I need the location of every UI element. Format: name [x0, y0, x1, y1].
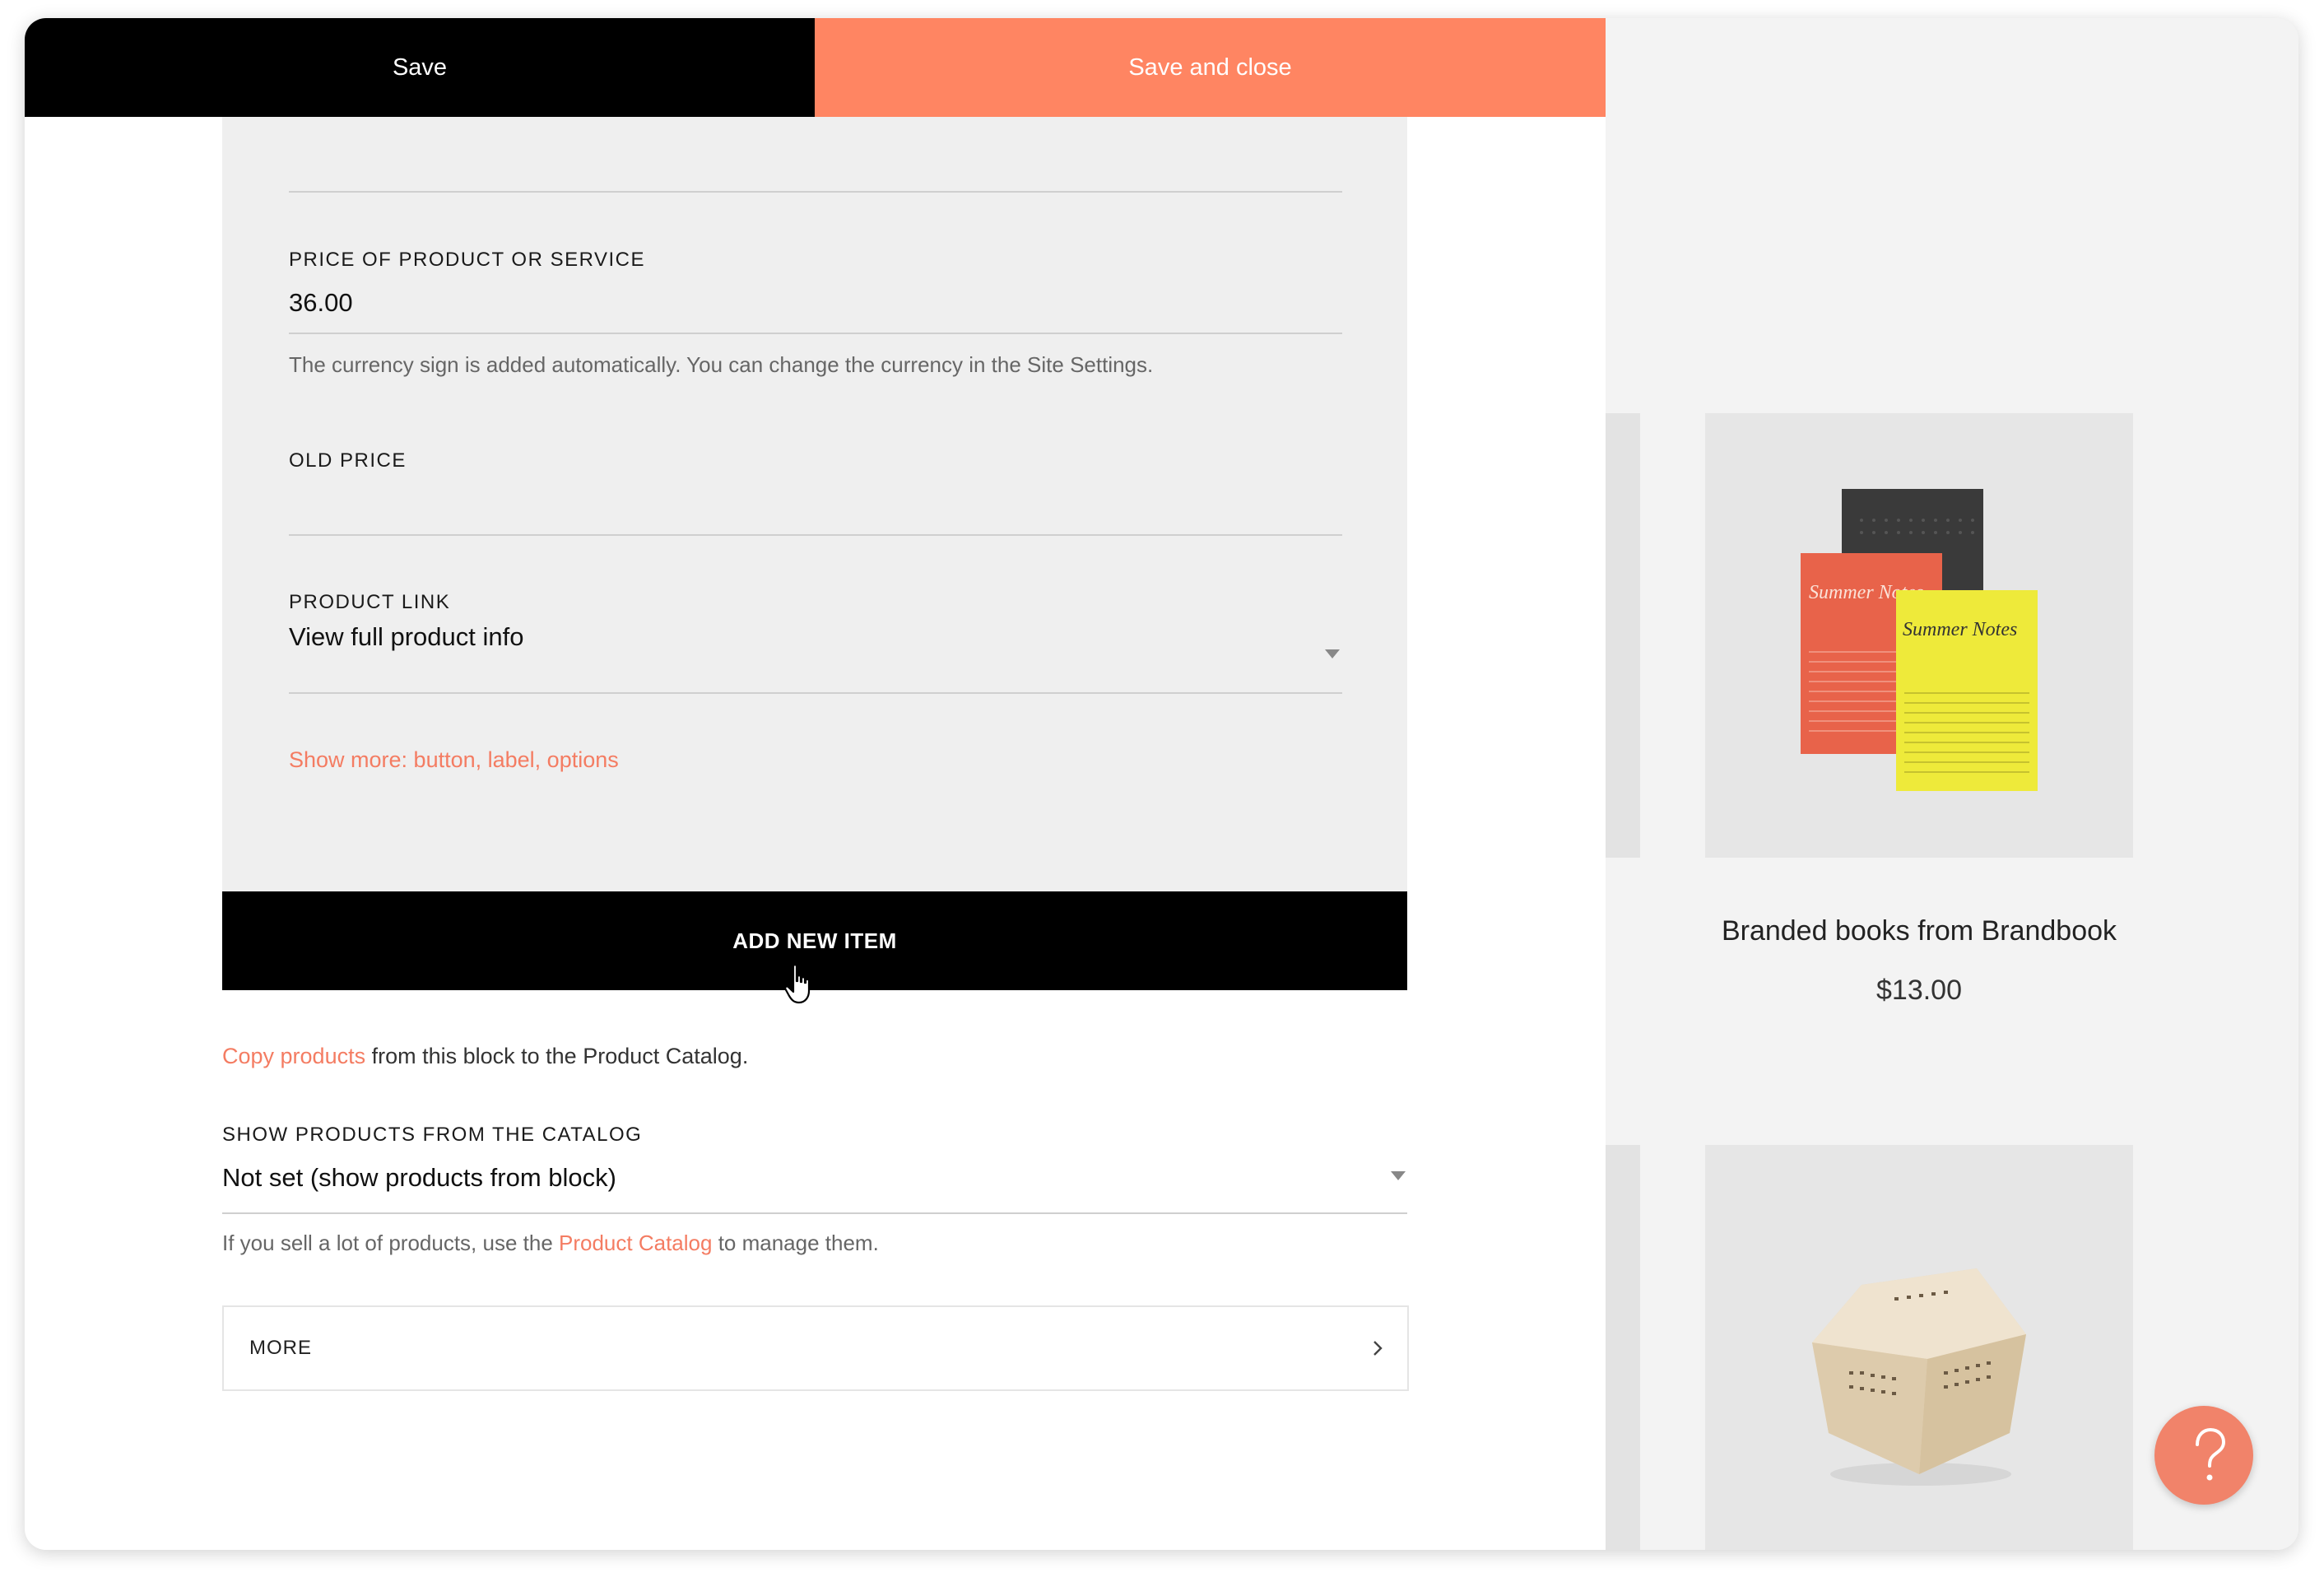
catalog-hint-text-end: to manage them. — [712, 1231, 879, 1255]
copy-products-text: from this block to the Product Catalog. — [365, 1044, 749, 1068]
catalog-select-value: Not set (show products from block) — [222, 1163, 616, 1192]
product-item-card: PRICE OF PRODUCT OR SERVICE The currency… — [222, 117, 1407, 892]
old-price-underline — [289, 534, 1342, 536]
catalog-select[interactable]: Not set (show products from block) — [222, 1163, 1407, 1212]
product-link-value: View full product info — [289, 622, 524, 651]
catalog-caret-down-icon — [1391, 1171, 1406, 1180]
more-label: MORE — [249, 1337, 312, 1359]
wooden-calendar-illustration — [1812, 1268, 2026, 1486]
product-link-underline — [289, 692, 1342, 694]
price-hint: The currency sign is added automatically… — [289, 352, 1154, 377]
price-underline — [289, 333, 1342, 334]
prev-product-edge — [1606, 413, 1640, 858]
product-link-label: PRODUCT LINK — [289, 591, 451, 613]
catalog-underline — [222, 1212, 1407, 1214]
help-button[interactable] — [2154, 1406, 2253, 1505]
old-price-input[interactable] — [289, 486, 1342, 532]
product-catalog-link[interactable]: Product Catalog — [559, 1231, 712, 1255]
show-more-link[interactable]: Show more: button, label, options — [289, 747, 619, 773]
caret-down-icon — [1325, 649, 1340, 658]
old-price-label: OLD PRICE — [289, 449, 407, 472]
copy-products-line: Copy products from this block to the Pro… — [222, 1044, 748, 1069]
page-preview: Summer Notes Summer Notes Branded books … — [1606, 18, 2298, 1550]
save-and-close-button[interactable]: Save and close — [815, 18, 1606, 117]
top-action-bar: Save Save and close — [25, 18, 1606, 117]
hand-cursor-icon — [784, 964, 811, 1004]
prev-product-edge-2 — [1606, 1145, 1640, 1550]
price-label: PRICE OF PRODUCT OR SERVICE — [289, 249, 646, 271]
editor-panel: Save Save and close PRICE OF PRODUCT OR … — [25, 18, 1606, 1550]
notebook-title-2: Summer Notes — [1903, 619, 2017, 640]
app-window: Save Save and close PRICE OF PRODUCT OR … — [25, 18, 2298, 1550]
catalog-hint-text: If you sell a lot of products, use the — [222, 1231, 560, 1255]
product-image-calendar[interactable] — [1705, 1145, 2133, 1550]
catalog-label: SHOW PRODUCTS FROM THE CATALOG — [222, 1124, 643, 1146]
field-divider — [289, 191, 1342, 193]
notebooks-illustration: Summer Notes Summer Notes — [1801, 489, 2038, 791]
catalog-hint: If you sell a lot of products, use the P… — [222, 1231, 879, 1256]
product-link-select[interactable]: View full product info — [289, 622, 1342, 672]
more-section-button[interactable]: MORE — [222, 1305, 1409, 1391]
chevron-right-icon — [1373, 1341, 1383, 1356]
product-price: $13.00 — [1876, 975, 1962, 1006]
question-mark-icon — [2196, 1427, 2226, 1481]
product-image-notebooks[interactable]: Summer Notes Summer Notes — [1705, 413, 2133, 858]
copy-products-link[interactable]: Copy products — [222, 1044, 365, 1068]
save-button[interactable]: Save — [25, 18, 815, 117]
product-title[interactable]: Branded books from Brandbook — [1705, 915, 2133, 947]
price-input[interactable] — [289, 280, 1342, 326]
